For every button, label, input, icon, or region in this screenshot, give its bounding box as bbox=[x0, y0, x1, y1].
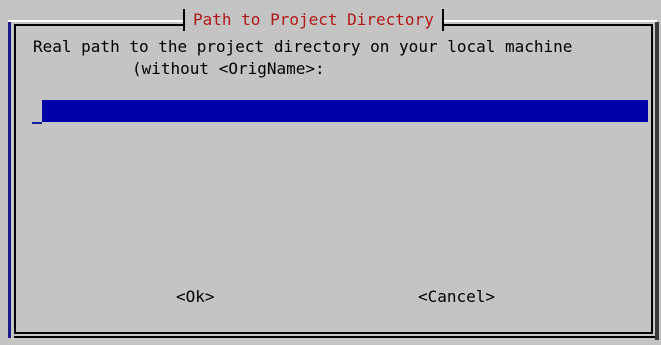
cancel-button[interactable]: <Cancel> bbox=[418, 286, 495, 308]
prompt-text-line2: (without <OrigName>: bbox=[132, 59, 325, 78]
dialog-shadow bbox=[655, 22, 659, 340]
dialog-left-edge bbox=[8, 22, 14, 338]
dialog-inner-frame bbox=[14, 24, 653, 334]
prompt-text: Real path to the project directory on yo… bbox=[33, 37, 573, 56]
dialog-title: Path to Project Directory bbox=[183, 9, 444, 31]
project-path-input[interactable] bbox=[42, 100, 648, 122]
ok-button[interactable]: <Ok> bbox=[176, 286, 215, 308]
terminal-screen: Path to Project Directory Real path to t… bbox=[0, 0, 661, 345]
path-input-container bbox=[32, 100, 650, 124]
text-cursor bbox=[32, 100, 42, 124]
